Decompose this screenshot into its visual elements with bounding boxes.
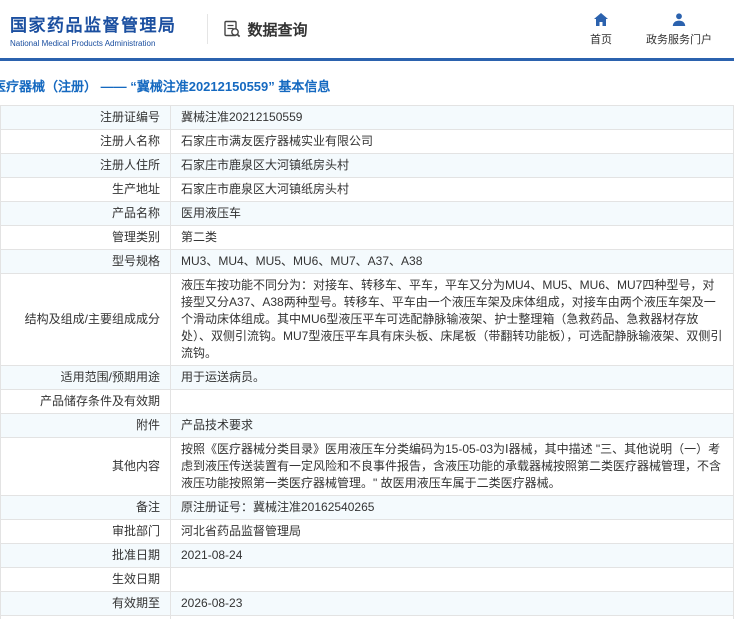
table-row: 有效期至 2026-08-23 <box>0 591 734 616</box>
nav-portal-label: 政务服务门户 <box>646 33 712 46</box>
row-value: 原注册证号：冀械注准20162540265 <box>170 495 734 520</box>
row-label: 适用范围/预期用途 <box>0 365 171 390</box>
row-value: 产品技术要求 <box>170 413 734 438</box>
nav-home[interactable]: 首页 <box>590 12 612 47</box>
table-row: 生产地址 石家庄市鹿泉区大河镇纸房头村 <box>0 177 734 202</box>
row-label: 备注 <box>0 495 171 520</box>
row-label: 生产地址 <box>0 177 171 202</box>
row-label: 产品储存条件及有效期 <box>0 389 171 414</box>
row-value: 河北省药品监督管理局 <box>170 519 734 544</box>
row-value: 第二类 <box>170 225 734 250</box>
header-nav: 首页 政务服务门户 <box>590 12 712 47</box>
table-row: 管理类别 第二类 <box>0 225 734 250</box>
row-value: 2021-08-24 <box>170 543 734 568</box>
page-title: 医疗器械（注册） —— “冀械注准20212150559” 基本信息 <box>0 79 331 94</box>
table-row: 注册人住所 石家庄市鹿泉区大河镇纸房头村 <box>0 153 734 178</box>
person-icon <box>671 12 687 28</box>
table-row: 适用范围/预期用途 用于运送病员。 <box>0 365 734 390</box>
document-search-icon <box>222 19 242 39</box>
row-label: 注册人住所 <box>0 153 171 178</box>
row-label: 生效日期 <box>0 567 171 592</box>
row-label: 管理类别 <box>0 225 171 250</box>
row-label: 注册证编号 <box>0 105 171 130</box>
row-label: 结构及组成/主要组成成分 <box>0 273 171 366</box>
row-value <box>170 567 734 592</box>
row-value <box>170 389 734 414</box>
row-value: 医用液压车 <box>170 201 734 226</box>
logo-subtitle: National Medical Products Administration <box>10 38 156 48</box>
row-label: 其他内容 <box>0 437 171 496</box>
section-title: 数据查询 <box>222 19 308 40</box>
table-row: 备注 原注册证号：冀械注准20162540265 <box>0 495 734 520</box>
row-label: 型号规格 <box>0 249 171 274</box>
row-label: 产品名称 <box>0 201 171 226</box>
row-value: MU3、MU4、MU5、MU6、MU7、A37、A38 <box>170 249 734 274</box>
row-value: 按照《医疗器械分类目录》医用液压车分类编码为15-05-03为Ⅰ器械，其中描述 … <box>170 437 734 496</box>
row-label: 附件 <box>0 413 171 438</box>
table-row: 型号规格 MU3、MU4、MU5、MU6、MU7、A37、A38 <box>0 249 734 274</box>
table-row: 注册证编号 冀械注准20212150559 <box>0 105 734 130</box>
table-row: 注册人名称 石家庄市满友医疗器械实业有限公司 <box>0 129 734 154</box>
row-value: 石家庄市鹿泉区大河镇纸房头村 <box>170 153 734 178</box>
row-value: 石家庄市鹿泉区大河镇纸房头村 <box>170 177 734 202</box>
row-value: 2026-08-23 <box>170 591 734 616</box>
table-row: 附件 产品技术要求 <box>0 413 734 438</box>
row-value: 冀械注准20212150559 <box>170 105 734 130</box>
nav-home-label: 首页 <box>590 33 612 46</box>
row-value: 用于运送病员。 <box>170 365 734 390</box>
section-title-label: 数据查询 <box>247 21 308 39</box>
header-divider <box>206 14 208 44</box>
row-label: 批准日期 <box>0 543 171 568</box>
table-row: 审批部门 河北省药品监督管理局 <box>0 519 734 544</box>
table-row: 结构及组成/主要组成成分 液压车按功能不同分为：对接车、转移车、平车，平车又分为M… <box>0 273 734 366</box>
nmpa-logo: 国家药品监督管理局 National Medical Products Admi… <box>10 11 177 48</box>
row-label: 变更情况 <box>0 615 171 619</box>
row-label: 注册人名称 <box>0 129 171 154</box>
logo-title: 国家药品监督管理局 <box>10 15 177 35</box>
row-label: 审批部门 <box>0 519 171 544</box>
home-icon <box>593 12 609 28</box>
table-row: 产品储存条件及有效期 <box>0 389 734 414</box>
info-table-body: 注册证编号 冀械注准20212150559 注册人名称 石家庄市满友医疗器械实业有限公… <box>0 105 734 619</box>
table-row: 变更情况null <box>0 615 734 619</box>
row-value: null <box>170 615 734 619</box>
table-row: 生效日期 <box>0 567 734 592</box>
header-accent-line <box>0 58 734 61</box>
table-row: 产品名称 医用液压车 <box>0 201 734 226</box>
row-value: 石家庄市满友医疗器械实业有限公司 <box>170 129 734 154</box>
table-row: 批准日期 2021-08-24 <box>0 543 734 568</box>
nav-portal[interactable]: 政务服务门户 <box>646 12 712 47</box>
site-header: 国家药品监督管理局 National Medical Products Admi… <box>0 0 734 58</box>
row-label: 有效期至 <box>0 591 171 616</box>
row-value: 液压车按功能不同分为：对接车、转移车、平车，平车又分为MU4、MU5、MU6、M… <box>170 273 734 366</box>
table-row: 其他内容 按照《医疗器械分类目录》医用液压车分类编码为15-05-03为Ⅰ器械，其… <box>0 437 734 496</box>
registration-info-table: 注册证编号 冀械注准20212150559 注册人名称 石家庄市满友医疗器械实业有限公… <box>0 105 734 619</box>
